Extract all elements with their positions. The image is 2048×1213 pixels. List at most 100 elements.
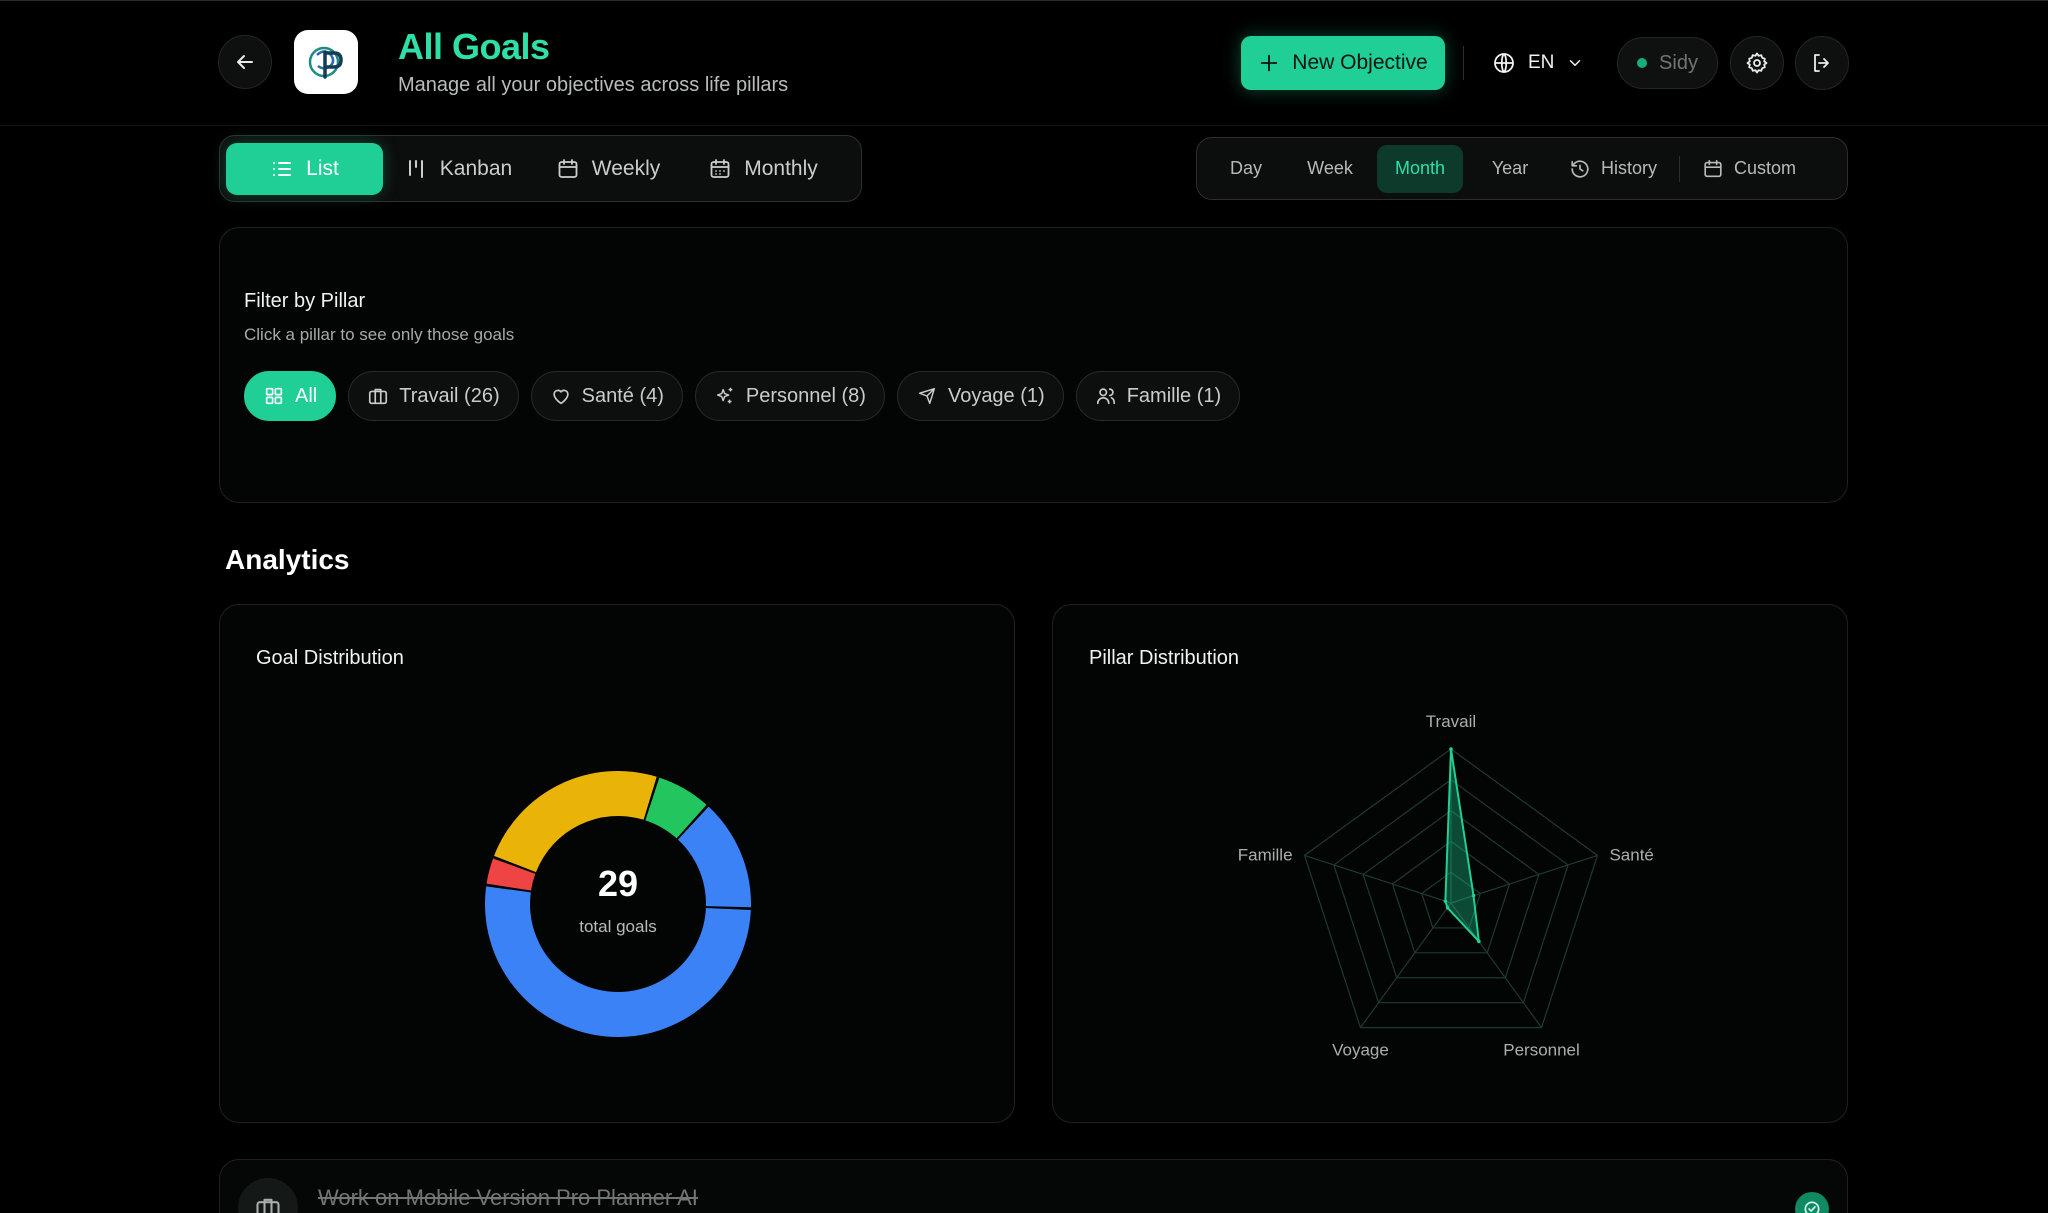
top-border [0,0,2048,1]
list-icon [273,161,292,176]
pillar-pill-travail[interactable]: Travail (26) [348,371,519,421]
pillar-pill-label: Travail (26) [399,384,500,407]
settings-button[interactable] [1730,36,1784,90]
radar-point[interactable] [1471,893,1476,898]
calendar-grid-icon [710,158,730,178]
calendar-icon [1704,159,1722,177]
goal-distribution-chart: 29 total goals [485,771,751,1037]
pillar-pill-sante[interactable]: Santé (4) [530,371,683,421]
user-status-pill[interactable]: Sidy [1617,37,1718,89]
period-year[interactable]: Year [1469,145,1551,193]
grid-icon [265,387,283,405]
period-month[interactable]: Month [1377,144,1463,193]
briefcase-icon [369,388,388,405]
period-month-label: Month [1394,158,1446,178]
pillar-pill-label: Famille (1) [1126,384,1222,407]
sparkles-icon [716,387,733,404]
filter-subtitle: Click a pillar to see only those goals [244,325,515,344]
filter-title: Filter by Pillar [244,290,366,312]
period-year-label: Year [1491,158,1529,178]
tab-monthly-label: Monthly [744,156,818,180]
period-history[interactable]: History [1565,145,1661,193]
tab-list[interactable]: List [226,142,383,195]
period-day[interactable]: Day [1211,145,1281,193]
pillar-pill-label: Personnel (8) [745,384,866,407]
tab-kanban-label: Kanban [439,156,513,180]
logout-button[interactable] [1795,36,1849,90]
radar-axis-line [1359,902,1452,1028]
donut-segment[interactable] [485,886,751,1037]
period-switcher: Day Week Month Year History Custom [1196,137,1848,200]
tab-list-label: List [306,156,339,180]
period-history-label: History [1601,158,1658,178]
online-status-dot [1637,58,1648,68]
period-divider [1679,155,1681,182]
pillar-pill-label: All [295,384,318,407]
period-custom[interactable]: Custom [1698,145,1800,193]
page-title: All Goals [398,26,550,67]
pillar-pill-label: Santé (4) [581,384,664,407]
chevron-down-icon [1570,60,1581,66]
radar-series-polygon[interactable] [1444,748,1480,943]
pillar-pill-all[interactable]: All [244,371,337,421]
period-custom-label: Custom [1734,158,1797,178]
new-objective-button[interactable]: New Objective [1241,36,1445,90]
tab-monthly[interactable]: Monthly [683,143,843,195]
user-name: Sidy [1659,51,1698,74]
pillar-pills: All Travail (26) Santé (4) Personnel (8)… [244,371,1241,421]
history-icon [1571,159,1589,178]
arrow-left-icon [237,55,253,69]
tab-weekly[interactable]: Weekly [533,143,683,195]
period-day-label: Day [1229,158,1262,178]
plus-icon [1261,54,1278,72]
language-selector[interactable]: EN [1492,40,1584,86]
kanban-icon [408,159,423,178]
users-icon [1096,388,1115,405]
radar-point[interactable] [1445,905,1450,910]
check-circle-icon [1804,1201,1820,1213]
radar-axis-label: Santé [1609,845,1653,864]
radar-axis-label: Travail [1426,712,1476,731]
header-separator [0,125,2048,126]
period-week-label: Week [1307,158,1353,178]
language-label: EN [1528,52,1555,73]
goal-list-item[interactable]: Work on Mobile Version Pro Planner AI [219,1159,1848,1213]
goal-distribution-card: Goal Distribution 29 total goals [219,604,1015,1123]
pillar-pill-voyage[interactable]: Voyage (1) [896,371,1064,421]
tab-kanban[interactable]: Kanban [383,143,533,195]
radar-axis-label: Famille [1238,845,1293,864]
briefcase-icon [256,1198,280,1213]
total-goals-label: total goals [579,917,657,936]
goal-title: Work on Mobile Version Pro Planner AI [318,1185,698,1210]
gear-icon [1746,52,1768,74]
new-objective-label: New Objective [1292,51,1428,74]
pillar-pill-famille[interactable]: Famille (1) [1075,371,1241,421]
logo-icon [308,46,343,79]
analytics-heading: Analytics [225,544,350,575]
radar-axis-label: Voyage [1332,1041,1389,1060]
tab-weekly-label: Weekly [591,156,661,180]
radar-axis-label: Personnel [1503,1041,1580,1060]
radar-point[interactable] [1449,747,1453,751]
calendar-icon [558,158,578,178]
view-switcher: List Kanban Weekly Monthly [219,135,862,202]
logout-icon [1814,54,1829,72]
page-subtitle: Manage all your objectives across life p… [398,74,789,96]
radar-axis-line [1304,854,1452,904]
donut-segment[interactable] [494,771,657,873]
heart-icon [552,389,569,405]
pillar-distribution-chart: Travail Santé Personnel Voyage Famille [1238,712,1654,1060]
goal-pillar-icon-wrap [238,1178,298,1213]
pillar-filter-card: Filter by Pillar Click a pillar to see o… [219,227,1848,503]
plane-icon [918,387,936,405]
total-goals-value: 29 [598,863,638,904]
radar-point[interactable] [1477,939,1481,944]
pillar-pill-label: Voyage (1) [947,384,1045,407]
back-button[interactable] [218,35,272,89]
radar-point[interactable] [1443,899,1448,903]
pillar-distribution-card: Pillar Distribution Travail Santé Personne… [1052,604,1848,1123]
period-week[interactable]: Week [1287,145,1373,193]
pillar-pill-personnel[interactable]: Personnel (8) [694,371,885,421]
globe-icon [1494,53,1514,73]
goal-completed-toggle[interactable] [1795,1192,1829,1213]
